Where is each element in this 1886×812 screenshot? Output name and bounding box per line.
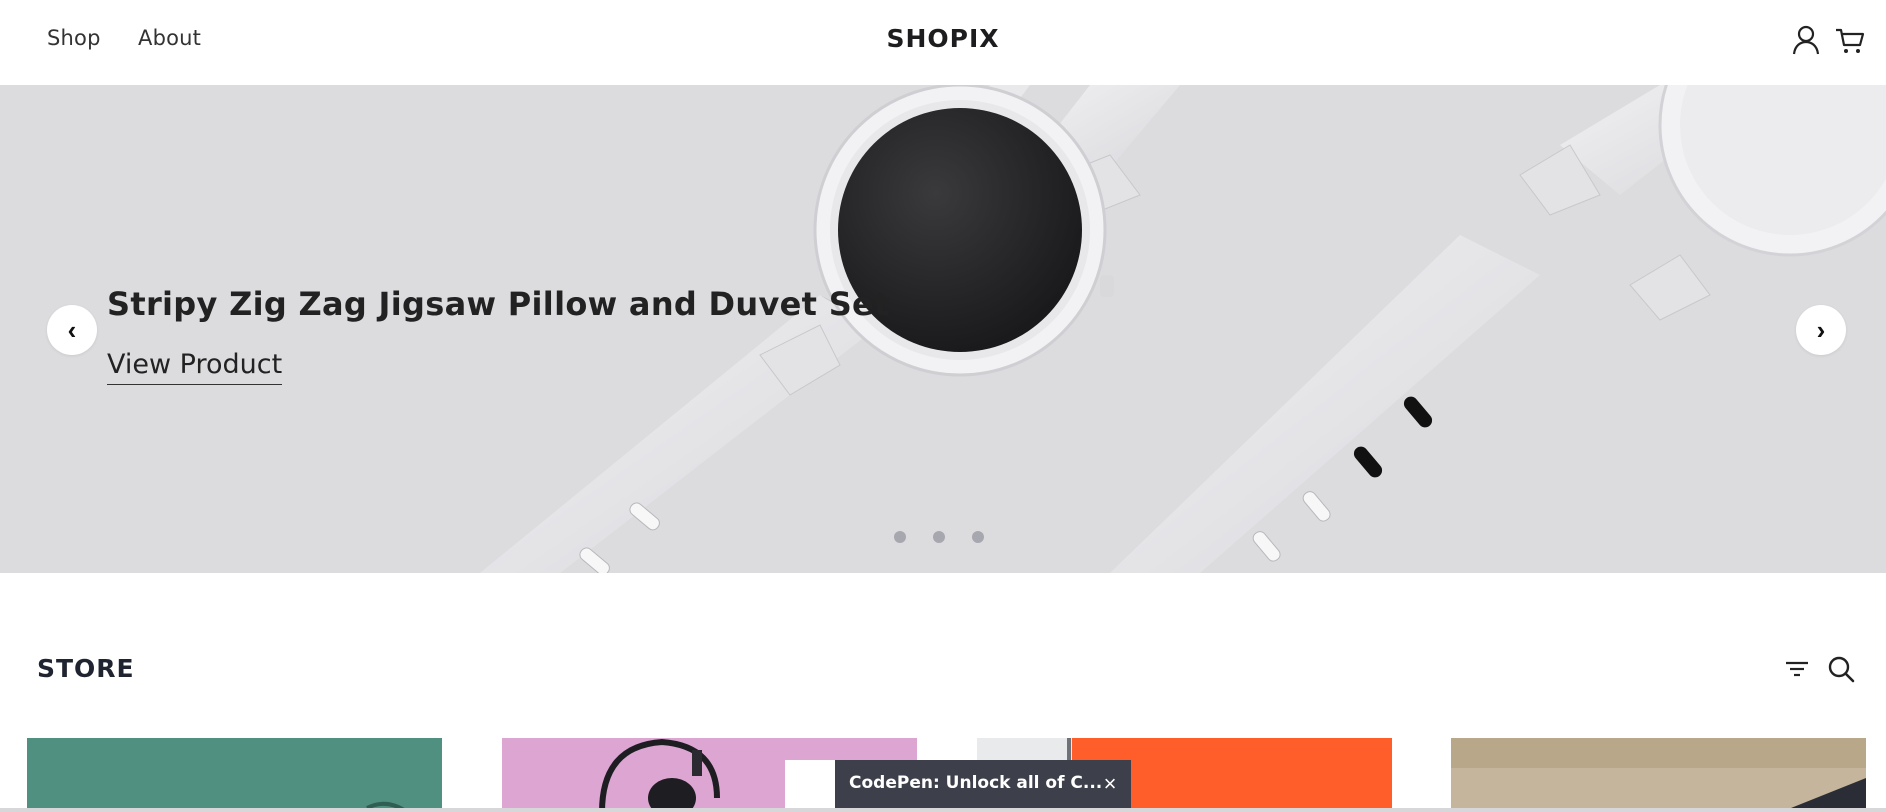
carousel-dot-2[interactable] [933, 531, 945, 543]
product-card-4[interactable] [1451, 738, 1866, 812]
carousel-dot-3[interactable] [972, 531, 984, 543]
close-icon[interactable]: × [1095, 769, 1125, 799]
carousel-dots [0, 531, 1886, 545]
store-heading: STORE [37, 654, 135, 683]
hero-product-title: Stripy Zig Zag Jigsaw Pillow and Duvet S… [107, 285, 890, 323]
codepen-toast[interactable]: CodePen: Unlock all of C... × [835, 760, 1131, 808]
cart-icon[interactable] [1834, 24, 1866, 56]
toast-spacer [785, 760, 835, 812]
hero-carousel: Stripy Zig Zag Jigsaw Pillow and Duvet S… [0, 85, 1886, 573]
horizontal-scrollbar[interactable] [0, 808, 1886, 812]
site-header: Shop About SHOPIX [0, 0, 1886, 85]
view-product-link[interactable]: View Product [107, 349, 283, 385]
brand-logo[interactable]: SHOPIX [0, 24, 1886, 53]
product-image [1451, 738, 1866, 812]
chevron-right-icon: › [1816, 314, 1826, 345]
hero-watch-image [480, 85, 1886, 573]
carousel-dot-1[interactable] [894, 531, 906, 543]
nav-shop-link[interactable]: Shop [47, 26, 101, 50]
chevron-left-icon: ‹ [67, 314, 77, 345]
toast-message[interactable]: CodePen: Unlock all of C... [849, 773, 1102, 793]
product-card-1[interactable] [27, 738, 442, 812]
filter-icon[interactable] [1782, 654, 1812, 684]
search-icon[interactable] [1826, 654, 1856, 684]
product-image [366, 801, 409, 812]
user-icon[interactable] [1790, 24, 1822, 56]
nav-about-link[interactable]: About [138, 26, 201, 50]
carousel-next-button[interactable]: › [1796, 305, 1846, 355]
carousel-prev-button[interactable]: ‹ [47, 305, 97, 355]
